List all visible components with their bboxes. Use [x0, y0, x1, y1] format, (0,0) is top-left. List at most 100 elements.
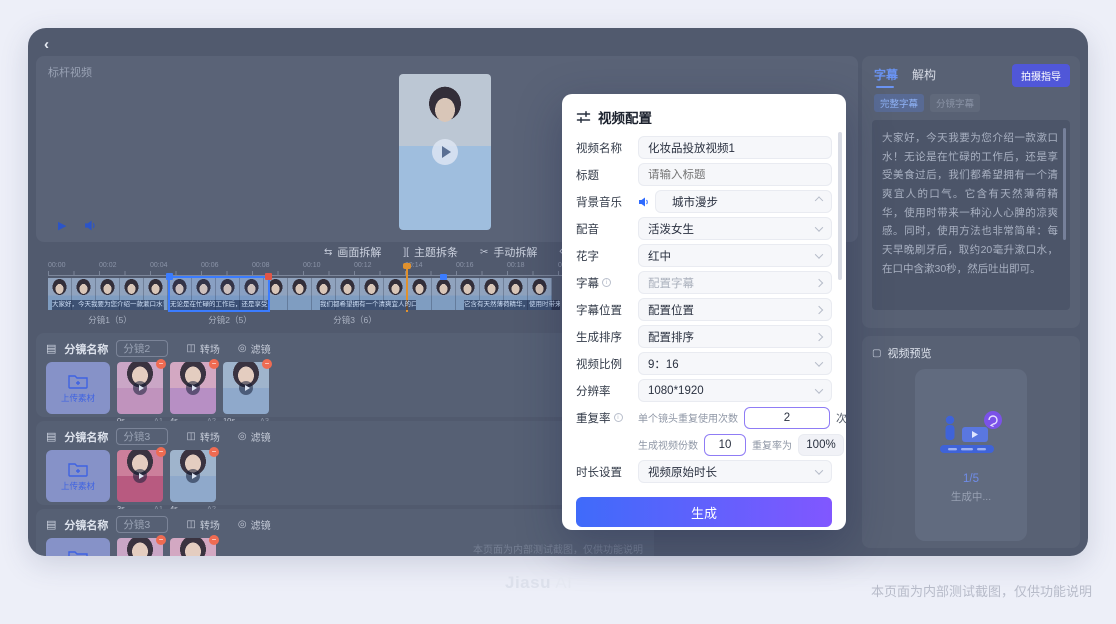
remove-clip-icon[interactable]: −	[156, 447, 166, 457]
split-frame-label: 画面拆解	[337, 244, 381, 260]
resolution-label: 分辨率	[576, 383, 638, 399]
timeline-tick: 00:08	[252, 262, 270, 269]
repeat-rate-value-box: 100%	[798, 434, 844, 456]
chevron-down-icon	[815, 358, 823, 366]
transition-button[interactable]: ◫ 转场	[186, 429, 219, 444]
info-icon[interactable]: i	[614, 413, 623, 422]
resolution-select[interactable]: 1080*1920	[638, 379, 832, 402]
shot-name-input[interactable]	[116, 340, 168, 357]
upload-material-button[interactable]: 上传素材	[46, 362, 110, 414]
generate-button[interactable]: 生成	[576, 497, 832, 527]
split-topic-button[interactable]: ][ 主题拆条	[403, 244, 458, 260]
flower-text-value: 红中	[648, 248, 671, 264]
chip-full-subtitle[interactable]: 完整字幕	[874, 94, 924, 112]
remove-clip-icon[interactable]: −	[209, 447, 219, 457]
video-ratio-select[interactable]: 9：16	[638, 352, 832, 375]
split-point-marker[interactable]	[440, 274, 447, 280]
back-icon[interactable]: ‹	[44, 36, 49, 53]
timeline-ruler[interactable]: 00:0000:0200:0400:0600:0800:1000:1200:14…	[48, 264, 610, 276]
subtitle-position-link[interactable]: 配置位置	[638, 298, 832, 321]
tab-deconstruct[interactable]: 解构	[912, 66, 936, 88]
section-title: 分镜名称	[64, 341, 108, 357]
scissors-icon: ✂	[480, 247, 488, 258]
play-icon[interactable]: ▶	[58, 219, 66, 232]
filter-button[interactable]: ◎ 滤镜	[238, 341, 271, 356]
remove-clip-icon[interactable]: −	[209, 359, 219, 369]
filter-button[interactable]: ◎ 滤镜	[238, 429, 271, 444]
generate-order-link[interactable]: 配置排序	[638, 325, 832, 348]
volume-icon[interactable]	[84, 219, 97, 232]
title-input[interactable]	[648, 169, 822, 181]
modal-scrollbar[interactable]	[838, 132, 842, 280]
chevron-right-icon	[815, 305, 823, 313]
clip-thumbnail[interactable]: −	[117, 362, 163, 414]
selection-handle-right[interactable]	[265, 273, 272, 280]
chip-shot-subtitle[interactable]: 分镜字幕	[930, 94, 980, 112]
upload-label: 上传素材	[61, 480, 95, 492]
transition-label: 转场	[200, 517, 220, 532]
upload-label: 上传素材	[61, 392, 95, 404]
info-icon[interactable]: i	[602, 278, 611, 287]
section-title: 分镜名称	[64, 517, 108, 533]
transition-button[interactable]: ◫ 转场	[186, 517, 219, 532]
filter-icon: ◎	[238, 431, 247, 442]
clipboard-icon: ▤	[46, 518, 56, 531]
video-name-input[interactable]	[648, 142, 822, 154]
transition-button[interactable]: ◫ 转场	[186, 341, 219, 356]
shooting-guide-button[interactable]: 拍摄指导	[1012, 64, 1070, 87]
shot-group-label: 分镜3（6）	[310, 314, 400, 326]
remove-clip-icon[interactable]: −	[262, 359, 272, 369]
video-name-label: 视频名称	[576, 140, 638, 156]
shot-group-label: 分镜2（5）	[185, 314, 275, 326]
flower-text-label: 花字	[576, 248, 638, 264]
shot-name-input[interactable]	[116, 516, 168, 533]
chevron-down-icon	[815, 250, 823, 258]
upload-material-button[interactable]: 上传素材	[46, 450, 110, 502]
generation-preview-panel: ▢ 视频预览 1/5 生成中...	[862, 336, 1080, 548]
chevron-down-icon	[815, 466, 823, 474]
clip-thumbnail[interactable]: −	[223, 362, 269, 414]
split-manual-button[interactable]: ✂ 手动拆解	[480, 244, 537, 260]
generating-illustration	[936, 407, 1006, 463]
copies-input[interactable]	[704, 434, 746, 456]
title-label: 标题	[576, 167, 638, 183]
filter-label: 滤镜	[251, 341, 271, 356]
filter-button[interactable]: ◎ 滤镜	[238, 517, 271, 532]
timeline-tick: 00:02	[99, 262, 117, 269]
voice-select[interactable]: 活泼女生	[638, 217, 832, 240]
clipboard-icon: ▤	[46, 430, 56, 443]
clipboard-icon: ▤	[46, 342, 56, 355]
subtitle-config-link[interactable]: 配置字幕	[638, 271, 832, 294]
benchmark-video-label: 标杆视频	[48, 64, 92, 80]
filter-icon: ◎	[238, 519, 247, 530]
shot-name-input[interactable]	[116, 428, 168, 445]
play-overlay-icon[interactable]	[432, 139, 458, 165]
transition-label: 转场	[200, 341, 220, 356]
chevron-up-icon	[815, 196, 823, 204]
split-frame-button[interactable]: ⇆ 画面拆解	[324, 244, 381, 260]
repeat-times-input[interactable]	[744, 407, 830, 429]
modal-title: 视频配置	[598, 107, 652, 127]
remove-clip-icon[interactable]: −	[156, 359, 166, 369]
duration-select[interactable]: 视频原始时长	[638, 460, 832, 483]
tab-subtitle[interactable]: 字幕	[874, 66, 898, 88]
folder-plus-icon	[68, 461, 88, 477]
script-scrollbar[interactable]	[1063, 128, 1066, 240]
subtitle-label: 字幕	[576, 275, 599, 291]
bgm-select[interactable]: 城市漫步	[655, 190, 832, 213]
clip-thumbnail[interactable]: −	[170, 362, 216, 414]
flower-text-select[interactable]: 红中	[638, 244, 832, 267]
page-footer-note: 本页面为内部测试截图，仅供功能说明	[871, 581, 1092, 600]
editor-window: ‹ 标杆视频 ▶ ⇆ 画面拆解 ][ 主题拆条 ✂ 手动拆解 ⌫ 删除拆分点	[28, 28, 1088, 556]
speaker-icon[interactable]	[638, 196, 650, 208]
transition-icon: ◫	[186, 431, 195, 442]
timeline-thumbnail[interactable]	[432, 278, 456, 310]
selection-handle-left[interactable]	[166, 273, 173, 280]
main-video-thumbnail[interactable]	[399, 74, 491, 230]
subtitle-panel: 字幕 解构 拍摄指导 完整字幕 分镜字幕 大家好，今天我要为您介绍一款漱口水！无…	[862, 56, 1080, 328]
timeline-thumbnail[interactable]	[288, 278, 312, 310]
clip-thumbnail[interactable]: −	[117, 450, 163, 502]
duration-setting-label: 时长设置	[576, 464, 638, 480]
generation-status: 生成中...	[951, 489, 991, 504]
clip-thumbnail[interactable]: −	[170, 450, 216, 502]
